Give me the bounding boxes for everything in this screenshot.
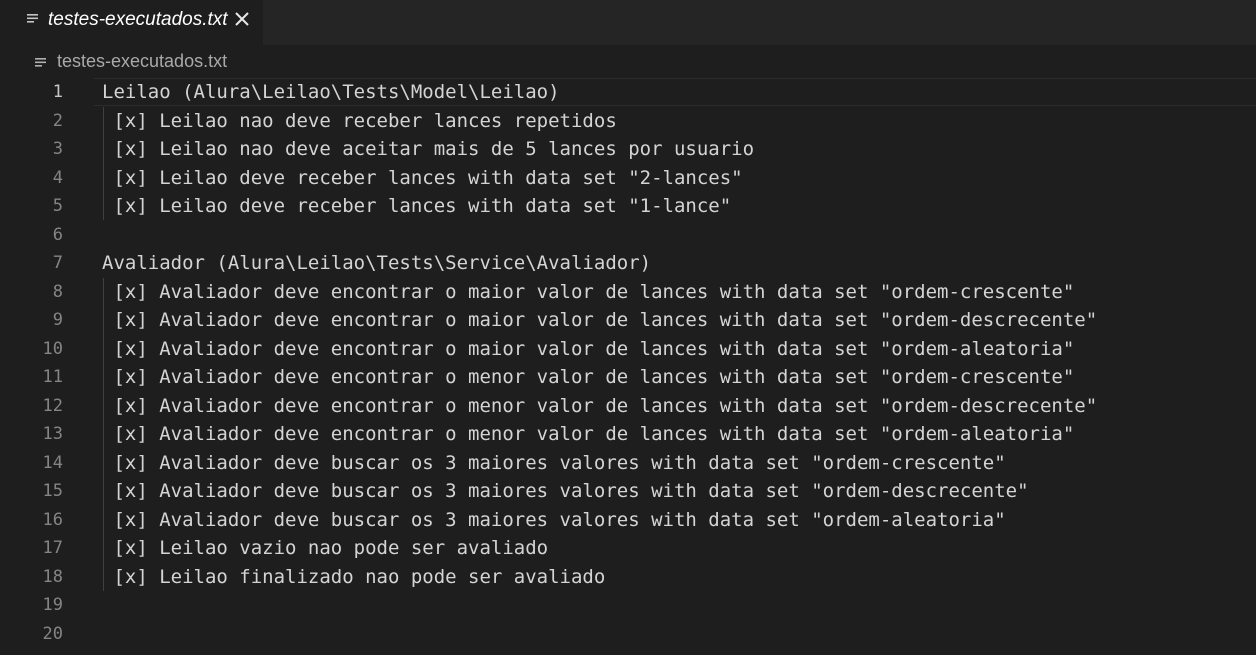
- line-number: 6: [52, 224, 63, 245]
- line-number: 1: [52, 82, 63, 102]
- text-editor[interactable]: 1 Leilao (Alura\Leilao\Tests\Model\Leilao…: [0, 78, 1256, 655]
- line-text[interactable]: [x] Avaliador deve buscar os 3 maiores v…: [102, 480, 1028, 502]
- editor-line[interactable]: 4 [x] Leilao deve receber lances with da…: [0, 164, 1256, 192]
- line-text[interactable]: [x] Avaliador deve encontrar o maior val…: [102, 309, 1097, 331]
- line-number: 3: [52, 139, 63, 159]
- editor-line[interactable]: 7 Avaliador (Alura\Leilao\Tests\Service\A…: [0, 249, 1256, 277]
- line-text[interactable]: [x] Avaliador deve encontrar o menor val…: [102, 423, 1074, 445]
- line-number: 17: [42, 538, 63, 558]
- close-icon[interactable]: [233, 10, 251, 28]
- line-text[interactable]: [x] Leilao nao deve receber lances repet…: [102, 110, 616, 132]
- file-lines-icon: [35, 58, 46, 67]
- tab-bar: testes-executados.txt: [0, 0, 1256, 45]
- breadcrumb-file[interactable]: testes-executados.txt: [57, 51, 227, 72]
- line-text[interactable]: Leilao (Alura\Leilao\Tests\Model\Leilao): [102, 81, 560, 103]
- tab-title: testes-executados.txt: [48, 9, 228, 30]
- editor-line[interactable]: 1 Leilao (Alura\Leilao\Tests\Model\Leilao…: [0, 78, 1256, 106]
- line-number: 2: [52, 110, 63, 131]
- line-number: 14: [42, 452, 63, 473]
- line-number: 12: [42, 395, 63, 416]
- line-text[interactable]: [x] Leilao deve receber lances with data…: [102, 167, 742, 189]
- line-text[interactable]: [x] Leilao finalizado nao pode ser avali…: [102, 566, 605, 588]
- line-text[interactable]: [x] Avaliador deve encontrar o maior val…: [102, 281, 1074, 303]
- line-text[interactable]: [x] Avaliador deve buscar os 3 maiores v…: [102, 509, 1005, 531]
- editor-line[interactable]: 13 [x] Avaliador deve encontrar o menor …: [0, 420, 1256, 448]
- editor-line[interactable]: 6: [0, 221, 1256, 249]
- line-text[interactable]: [x] Avaliador deve encontrar o menor val…: [102, 395, 1097, 417]
- line-number: 13: [42, 424, 63, 444]
- line-number: 10: [42, 338, 63, 359]
- file-lines-icon: [27, 14, 38, 23]
- editor-line[interactable]: 8 [x] Avaliador deve encontrar o maior v…: [0, 278, 1256, 306]
- line-number: 16: [42, 509, 63, 530]
- editor-line[interactable]: 11 [x] Avaliador deve encontrar o menor …: [0, 363, 1256, 391]
- line-text[interactable]: [x] Leilao vazio nao pode ser avaliado: [102, 537, 548, 559]
- editor-line[interactable]: 15 [x] Avaliador deve buscar os 3 maiore…: [0, 477, 1256, 505]
- line-number: 9: [52, 310, 63, 330]
- line-text[interactable]: [x] Leilao deve receber lances with data…: [102, 195, 731, 217]
- editor-line[interactable]: 20: [0, 620, 1256, 648]
- line-number: 4: [52, 167, 63, 188]
- breadcrumb: testes-executados.txt: [0, 45, 1256, 78]
- editor-line[interactable]: 9 [x] Avaliador deve encontrar o maior v…: [0, 306, 1256, 334]
- line-text[interactable]: Avaliador (Alura\Leilao\Tests\Service\Av…: [102, 252, 651, 274]
- line-number: 11: [42, 367, 63, 387]
- line-number: 19: [42, 595, 63, 615]
- line-number: 8: [52, 281, 63, 302]
- line-number: 5: [52, 196, 63, 216]
- editor-tab[interactable]: testes-executados.txt: [0, 0, 263, 45]
- editor-line[interactable]: 18 [x] Leilao finalizado nao pode ser av…: [0, 563, 1256, 591]
- line-number: 18: [42, 566, 63, 587]
- editor-line[interactable]: 12 [x] Avaliador deve encontrar o menor …: [0, 392, 1256, 420]
- editor-line[interactable]: 2 [x] Leilao nao deve receber lances rep…: [0, 107, 1256, 135]
- editor-line[interactable]: 16 [x] Avaliador deve buscar os 3 maiore…: [0, 506, 1256, 534]
- editor-line[interactable]: 3 [x] Leilao nao deve aceitar mais de 5 …: [0, 135, 1256, 163]
- line-text[interactable]: [x] Avaliador deve buscar os 3 maiores v…: [102, 452, 1005, 474]
- line-text[interactable]: [x] Avaliador deve encontrar o menor val…: [102, 366, 1074, 388]
- line-number: 15: [42, 481, 63, 501]
- line-text[interactable]: [x] Avaliador deve encontrar o maior val…: [102, 338, 1074, 360]
- line-number: 7: [52, 253, 63, 273]
- editor-line[interactable]: 10 [x] Avaliador deve encontrar o maior …: [0, 335, 1256, 363]
- line-number: 20: [42, 623, 63, 644]
- editor-line[interactable]: 17 [x] Leilao vazio nao pode ser avaliad…: [0, 534, 1256, 562]
- line-text[interactable]: [x] Leilao nao deve aceitar mais de 5 la…: [102, 138, 754, 160]
- editor-line[interactable]: 5 [x] Leilao deve receber lances with da…: [0, 192, 1256, 220]
- editor-line[interactable]: 19: [0, 591, 1256, 619]
- editor-line[interactable]: 14 [x] Avaliador deve buscar os 3 maiore…: [0, 449, 1256, 477]
